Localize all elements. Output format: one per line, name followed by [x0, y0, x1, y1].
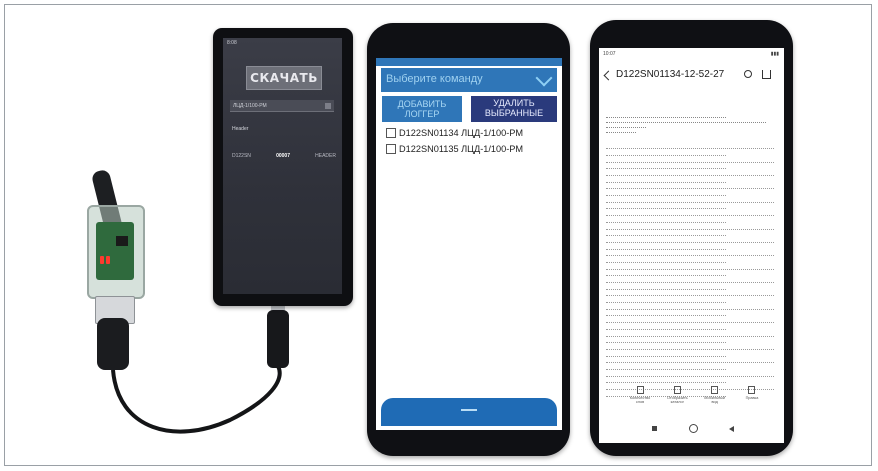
mobile-view-action[interactable]: Мобильный вид: [701, 386, 729, 405]
table-row: [606, 297, 726, 304]
table-row: [606, 183, 774, 190]
checkbox[interactable]: [386, 144, 396, 154]
chip: [116, 236, 128, 246]
command-dropdown[interactable]: Выберите команду: [381, 68, 557, 92]
table-row: [606, 250, 774, 257]
table-row: [606, 344, 774, 350]
bottom-action-button[interactable]: [381, 398, 557, 426]
table-row: [606, 377, 726, 384]
status-bar: 8:08: [223, 38, 342, 47]
table-row: [606, 190, 726, 197]
table-row: [606, 176, 726, 183]
header-label: Header: [232, 126, 249, 132]
table-row: [606, 337, 726, 344]
chart-icon: [636, 386, 644, 394]
table-row: [606, 217, 726, 223]
usb-c-plug: [267, 310, 289, 368]
table-row: [606, 310, 726, 317]
system-nav-bar: [652, 424, 734, 433]
table-row: [606, 317, 774, 324]
home-icon[interactable]: [688, 424, 698, 433]
table-row: [606, 210, 774, 217]
table-row: [606, 257, 726, 263]
table-row: [606, 230, 726, 237]
chevron-down-icon: [535, 69, 553, 87]
status-time: 10:07: [603, 51, 616, 57]
search-icon[interactable]: [744, 70, 752, 78]
table-row: [606, 283, 726, 290]
table-row: [606, 364, 726, 370]
edit-icon: [748, 386, 756, 394]
delete-selected-button[interactable]: УДАЛИТЬ ВЫБРАННЫЕ: [471, 96, 557, 122]
led-indicator: [106, 256, 110, 264]
chevron-down-icon: [325, 103, 331, 109]
edit-action[interactable]: Правка: [738, 386, 766, 405]
top-bar: [376, 58, 562, 66]
minus-icon: [461, 409, 477, 411]
download-button[interactable]: СКАЧАТЬ: [246, 66, 322, 90]
table-row: [606, 263, 774, 270]
data-table: [606, 143, 776, 397]
logger-label: D122SN01134 ЛЦД-1/100-PM: [399, 128, 524, 138]
row-column: HEADER: [315, 153, 336, 159]
document-header-block: [606, 113, 776, 133]
table-row: [606, 170, 774, 177]
share-icon[interactable]: [762, 70, 771, 79]
row-id: D122SN: [232, 153, 251, 159]
action-label: Мобильный вид: [704, 396, 726, 405]
logger-select-value: ЛЦД-1/100-PM: [233, 103, 267, 109]
otg-adapter: [97, 318, 129, 370]
table-row: [606, 370, 774, 377]
table-row: [606, 357, 774, 364]
action-label: Правка: [745, 396, 759, 400]
document-preview: [606, 113, 776, 397]
show-catalog-action[interactable]: Отобразить каталог: [663, 386, 691, 405]
list-item[interactable]: D122SN01134 ЛЦД-1/100-PM: [386, 128, 523, 138]
table-row: [606, 290, 774, 297]
table-row: [606, 156, 774, 163]
command-dropdown-label: Выберите команду: [386, 73, 483, 85]
table-row: [606, 350, 726, 357]
led-indicator: [100, 256, 104, 264]
table-row: [606, 143, 774, 150]
table-row: [606, 324, 726, 330]
action-label: Отобразить каталог: [666, 396, 688, 405]
table-row: [606, 243, 726, 250]
phone-left-screen: 8:08 СКАЧАТЬ ЛЦД-1/100-PM Header D122SN …: [223, 38, 342, 294]
table-row: [606, 304, 774, 310]
table-row: [606, 330, 774, 337]
table-row: [606, 277, 774, 284]
logger-label: D122SN01135 ЛЦД-1/100-PM: [399, 144, 524, 154]
word-count-action[interactable]: Количество слов: [626, 386, 654, 405]
table-row: [606, 223, 774, 230]
logger-select[interactable]: ЛЦД-1/100-PM: [230, 100, 334, 112]
list-item[interactable]: D122SN01135 ЛЦД-1/100-PM: [386, 144, 523, 154]
status-time: 8:08: [227, 40, 237, 46]
table-row: [606, 197, 774, 203]
table-row: [606, 163, 726, 170]
table-row: [606, 150, 726, 156]
action-bar: Количество слов Отобразить каталог Мобил…: [626, 386, 766, 405]
signal-icon: ▮▮▮: [770, 51, 779, 57]
logger-row: D122SN 00007 HEADER: [232, 153, 336, 159]
back-icon[interactable]: [729, 425, 734, 432]
add-logger-button[interactable]: ДОБАВИТЬ ЛОГГЕР: [382, 96, 462, 122]
row-value: 00007: [276, 153, 290, 159]
recents-icon[interactable]: [652, 426, 657, 431]
document-title: D122SN01134-12-52-27: [616, 69, 725, 80]
table-row: [606, 237, 774, 243]
circuit-board: [96, 222, 134, 280]
checkbox[interactable]: [386, 128, 396, 138]
table-row: [606, 203, 726, 210]
list-icon: [673, 386, 681, 394]
mobile-icon: [711, 386, 719, 394]
status-bar: 10:07 ▮▮▮: [603, 51, 779, 57]
action-label: Количество слов: [629, 396, 651, 405]
table-row: [606, 270, 726, 277]
